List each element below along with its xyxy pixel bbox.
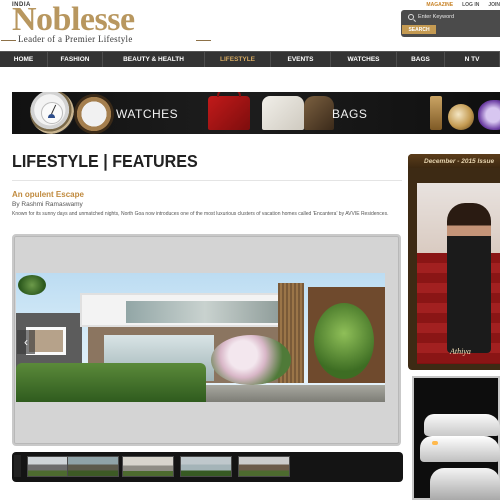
nav-item-beauty-health[interactable]: BEAUTY & HEALTH [103,52,205,67]
nav-item-ntv[interactable]: N TV [445,52,500,67]
tree [314,303,374,379]
article-description: Known for its sunny days and unmatched n… [12,211,389,217]
nav-item-watches[interactable]: WATCHES [331,52,397,67]
white-bag-image [262,96,304,130]
nav-item-bags[interactable]: BAGS [397,52,445,67]
red-bag-image [208,96,250,130]
flowering-tree [211,335,291,385]
thumbnail-5[interactable] [238,456,290,477]
cover-title: Athiya [450,347,471,356]
article-byline: By Rashmi Ramaswamy [12,201,83,208]
title-divider [12,180,402,181]
car-image-1 [424,414,500,436]
house-upper-window [126,301,284,323]
logo-text: Noblesse [12,1,135,38]
nav-item-fashion[interactable]: FASHION [48,52,103,67]
watch-image-2 [74,94,114,134]
ground [196,385,385,402]
thumbnail-2[interactable] [67,456,119,477]
bag-handle [217,92,241,97]
article-title[interactable]: An opulent Escape [12,189,84,199]
search-input[interactable] [418,12,498,22]
promo-banner[interactable]: WATCHES BAGS [12,92,500,134]
thumbnail-4[interactable] [180,456,232,477]
perfume-bottle-image [430,96,442,130]
slideshow-image[interactable] [16,273,385,402]
thumbnail-3[interactable] [122,456,174,477]
nav-item-home[interactable]: HOME [0,52,48,67]
slideshow-prev-button[interactable]: ‹ [17,330,35,354]
issue-label: December - 2015 Issue [424,158,495,165]
banner-watches-label[interactable]: WATCHES [116,107,178,121]
tagline-rule-left [1,40,16,41]
main-nav: HOME FASHION BEAUTY & HEALTH LIFESTYLE E… [0,51,500,67]
join-link[interactable]: JOIN [488,2,500,8]
search-icon [408,14,414,20]
cover-model [447,203,491,353]
magazine-link[interactable]: MAGAZINE [426,2,453,8]
tagline-rule-right [196,40,211,41]
top-links: MAGAZINE LOG IN JOIN [426,2,500,8]
nav-item-lifestyle[interactable]: LIFESTYLE [205,52,271,67]
palm-tree [18,275,46,295]
login-link[interactable]: LOG IN [462,2,479,8]
banner-bags-label[interactable]: BAGS [332,107,367,121]
car-image-2 [420,436,500,462]
perfume-image [448,104,474,130]
nav-item-events[interactable]: EVENTS [271,52,331,67]
car-headlight [432,441,438,445]
thumbnail-prev-button[interactable] [14,455,21,477]
site-tagline: Leader of a Premier Lifestyle [18,34,133,44]
hedge [16,363,206,402]
magazine-cover-image[interactable] [417,183,500,364]
page-title: LIFESTYLE | FEATURES [12,151,198,171]
search-button[interactable]: SEARCH [402,25,436,34]
watch-moonphase [48,114,55,118]
car-image-3 [430,468,500,500]
brown-bag-image [304,96,334,130]
perfume-purple-image [478,100,500,130]
